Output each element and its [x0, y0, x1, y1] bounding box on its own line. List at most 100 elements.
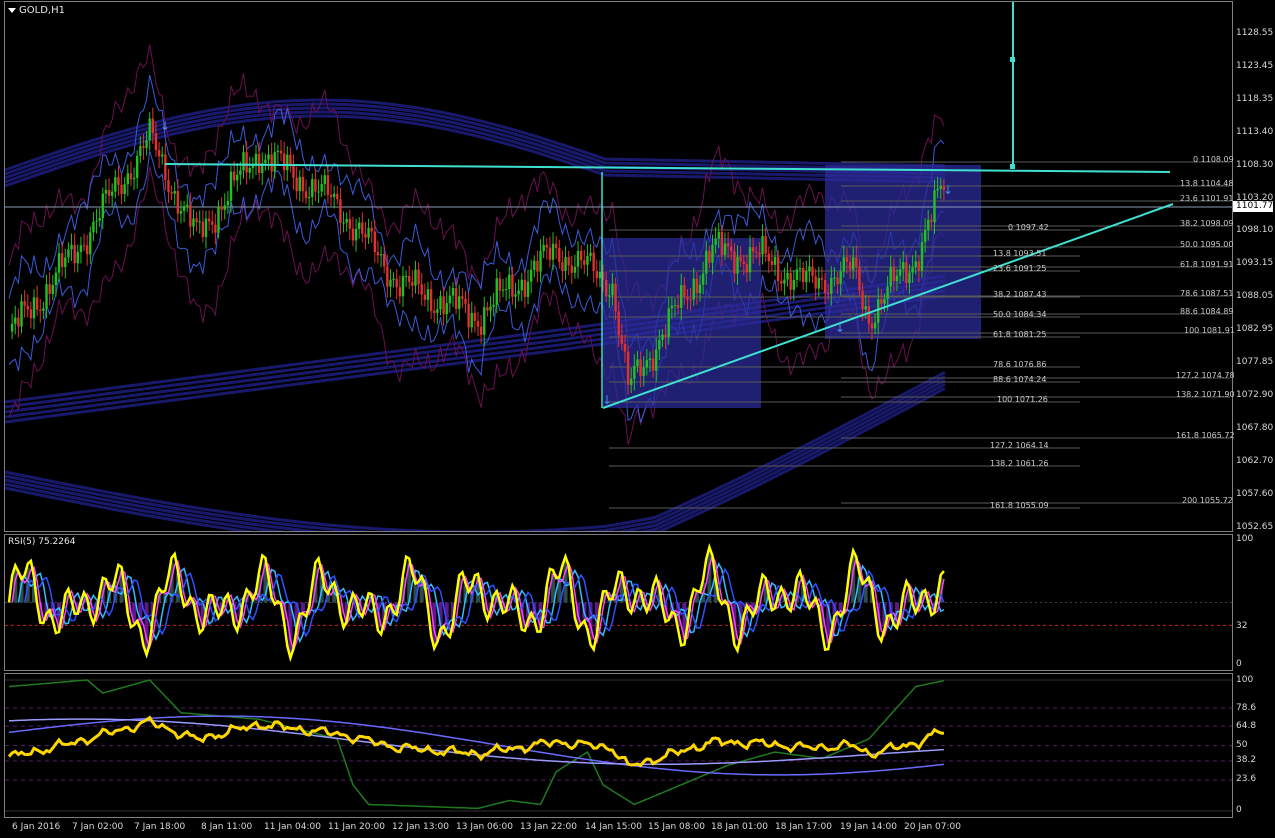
fib-level-label: 78.6 1076.86	[993, 360, 1047, 369]
candle-body	[179, 210, 183, 214]
candle-body	[695, 278, 699, 294]
axis-tick-label: 78.6	[1236, 703, 1257, 713]
candle-body	[495, 278, 498, 305]
oscillator-pane[interactable]	[4, 673, 1233, 818]
fib-level-label: 161.8 1055.09	[990, 501, 1049, 510]
candle-body	[311, 179, 314, 197]
candle-body	[361, 222, 364, 234]
candle-body	[823, 280, 827, 294]
candle-body	[586, 255, 589, 265]
candle-body	[658, 339, 661, 350]
candle-body	[326, 175, 330, 195]
fib-level-label: 161.8 1065.72	[1176, 431, 1235, 440]
candle-body	[939, 186, 942, 189]
price-axis[interactable]: 1128.55 1123.45 1118.35 1113.40 1108.30 1103.…	[1232, 1, 1275, 532]
candle-body	[811, 266, 814, 277]
candle-body	[886, 286, 889, 299]
candle-body	[126, 173, 130, 185]
axis-tick-label: 1088.05	[1236, 291, 1274, 302]
candle-body	[561, 262, 564, 272]
candle-body	[379, 254, 383, 256]
price-chart-canvas[interactable]: ↓ ↓ ↓ ↓	[5, 2, 1232, 531]
fib-level-label: 100 1081.91	[1184, 326, 1235, 335]
candle-body	[64, 257, 67, 268]
candle-body	[198, 221, 201, 223]
candle-body	[164, 154, 167, 180]
candle-body	[239, 170, 242, 175]
candle-body	[51, 285, 54, 294]
candle-body	[214, 224, 217, 233]
candle-body	[351, 228, 355, 241]
candle-body	[17, 317, 20, 327]
candle-body	[195, 218, 198, 223]
candle-body	[323, 175, 326, 184]
time-tick-label: 18 Jan 17:00	[775, 822, 832, 832]
axis-tick-label: 38.2	[1236, 755, 1257, 765]
candle-body	[279, 150, 283, 154]
candle-body	[329, 194, 333, 197]
candle-body	[751, 247, 755, 252]
candle-body	[711, 244, 714, 263]
fib-level-label: 23.6 1091.25	[993, 264, 1047, 273]
candle-body	[701, 273, 705, 285]
axis-tick-label: 23.6	[1236, 774, 1257, 784]
candle-body	[570, 265, 573, 273]
candle-body	[567, 257, 570, 266]
fib-level-label: 13.8 1104.48	[1180, 179, 1234, 188]
candle-body	[855, 257, 858, 268]
candle-body	[877, 299, 880, 323]
time-tick-label: 7 Jan 02:00	[72, 822, 124, 832]
rsi-pane[interactable]	[4, 534, 1233, 671]
osc-green-line	[8, 679, 945, 810]
candle-body	[201, 221, 205, 238]
candle-body	[307, 196, 311, 198]
fib-level-label: 61.8 1091.91	[1180, 260, 1234, 269]
candle-body	[264, 159, 267, 164]
candle-body	[189, 204, 192, 227]
axis-tick-label: 1082.95	[1236, 324, 1274, 335]
candle-body	[536, 260, 539, 272]
candle-body	[476, 321, 480, 327]
axis-tick-label: 1052.65	[1236, 521, 1274, 532]
fib-level-label: 61.8 1081.25	[993, 330, 1047, 339]
candle-body	[211, 221, 214, 225]
candle-body	[630, 378, 633, 385]
candle-body	[498, 278, 502, 291]
candle-body	[176, 191, 180, 214]
candle-body	[867, 306, 871, 324]
oscillator-canvas[interactable]	[5, 674, 1232, 817]
candle-body	[60, 253, 64, 268]
time-tick-label: 6 Jan 2016	[12, 822, 61, 832]
candle-body	[880, 299, 883, 304]
candle-body	[770, 261, 774, 265]
price-chart-pane[interactable]: ↓ ↓ ↓ ↓	[4, 1, 1233, 532]
candle-body	[320, 183, 323, 192]
candle-body	[282, 153, 286, 171]
rsi-canvas[interactable]	[5, 535, 1232, 670]
axis-tick-label: 1077.85	[1236, 357, 1274, 367]
candle-body	[226, 200, 230, 206]
candle-body	[204, 218, 208, 238]
candle-body	[85, 245, 89, 255]
fib-level-label: 127.2 1064.14	[990, 441, 1049, 450]
oscillator-axis: 100 78.6 64.8 50 38.2 23.6 0	[1232, 673, 1275, 816]
dropdown-triangle-icon[interactable]	[8, 7, 16, 13]
candle-body	[589, 252, 592, 256]
candle-body	[257, 153, 261, 174]
candle-body	[767, 253, 770, 262]
candle-body	[14, 317, 17, 324]
axis-tick-label: 0	[1236, 805, 1242, 815]
candle-body	[736, 256, 739, 274]
axis-tick-label: 1118.35	[1236, 93, 1274, 104]
axis-tick-label: 1067.80	[1236, 422, 1274, 433]
candle-body	[514, 294, 517, 297]
candle-body	[917, 261, 921, 271]
candle-body	[758, 252, 761, 255]
candle-body	[780, 280, 783, 284]
candle-body	[608, 295, 611, 297]
time-axis[interactable]: 6 Jan 2016 7 Jan 02:00 7 Jan 18:00 8 Jan 11…	[4, 818, 1231, 838]
candle-body	[692, 278, 695, 300]
candle-body	[182, 206, 186, 211]
axis-tick-label: 1057.60	[1236, 488, 1274, 499]
candle-body	[833, 277, 836, 279]
